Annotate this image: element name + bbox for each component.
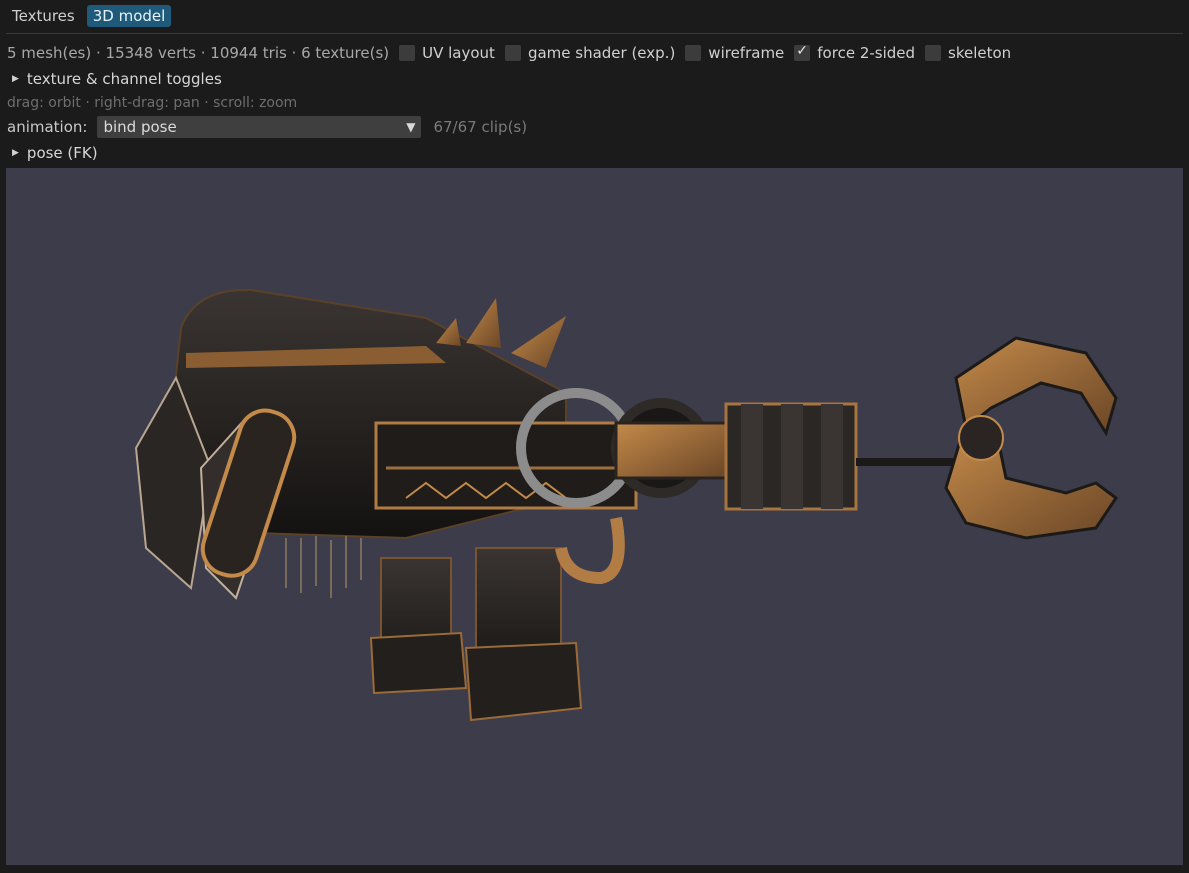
controls-hint: drag: orbit · right-drag: pan · scroll: …: [7, 95, 298, 111]
pose-fk-label: pose (FK): [26, 144, 98, 162]
animation-selected-value: bind pose: [103, 118, 177, 136]
3d-viewport[interactable]: [6, 168, 1183, 865]
model-chains: [285, 536, 362, 598]
force-two-sided-option[interactable]: ✓ force 2-sided: [794, 43, 916, 62]
clip-count: 67/67 clip(s): [433, 118, 528, 136]
model-claw: [944, 336, 1119, 540]
uv-layout-checkbox[interactable]: [399, 45, 416, 61]
texture-toggles-label: texture & channel toggles: [26, 70, 222, 88]
mesh-stats: 5 mesh(es) · 15348 verts · 10944 tris · …: [7, 44, 390, 62]
skeleton-checkbox[interactable]: [925, 45, 942, 61]
dropdown-arrow-icon: ▼: [406, 120, 416, 134]
rendered-weapon-model: [134, 288, 1119, 722]
force-two-sided-checkbox[interactable]: ✓: [794, 43, 811, 61]
wireframe-checkbox[interactable]: [685, 45, 702, 61]
stats-and-options-row: 5 mesh(es) · 15348 verts · 10944 tris · …: [7, 42, 1021, 64]
force-two-sided-label: force 2-sided: [817, 44, 916, 62]
wireframe-label: wireframe: [708, 44, 785, 62]
animation-dropdown[interactable]: bind pose ▼: [97, 116, 422, 138]
texture-toggles-header[interactable]: ▶ texture & channel toggles: [7, 68, 222, 90]
uv-layout-label: UV layout: [422, 44, 495, 62]
collapsed-triangle-icon: ▶: [12, 74, 19, 84]
uv-layout-option[interactable]: UV layout: [399, 44, 495, 62]
game-shader-label: game shader (exp.): [527, 44, 676, 62]
tab-textures[interactable]: Textures: [6, 5, 81, 27]
game-shader-option[interactable]: game shader (exp.): [504, 44, 676, 62]
controls-hint-row: drag: orbit · right-drag: pan · scroll: …: [7, 92, 297, 114]
pose-fk-header[interactable]: ▶ pose (FK): [7, 142, 98, 164]
checkmark-icon: ✓: [796, 43, 809, 59]
tab-bar: Textures 3D model: [6, 5, 172, 27]
animation-label: animation:: [7, 118, 88, 136]
tab-separator: [6, 33, 1183, 34]
animation-row: animation: bind pose ▼ 67/67 clip(s): [7, 116, 527, 138]
collapsed-triangle-icon: ▶: [12, 148, 19, 158]
wireframe-option[interactable]: wireframe: [685, 44, 784, 62]
skeleton-option[interactable]: skeleton: [925, 44, 1011, 62]
tab-3d-model[interactable]: 3D model: [86, 5, 172, 27]
model-legs: [369, 547, 583, 722]
skeleton-label: skeleton: [948, 44, 1012, 62]
model-viewer-window: Textures 3D model 5 mesh(es) · 15348 ver…: [0, 0, 1189, 873]
game-shader-checkbox[interactable]: [504, 45, 521, 61]
